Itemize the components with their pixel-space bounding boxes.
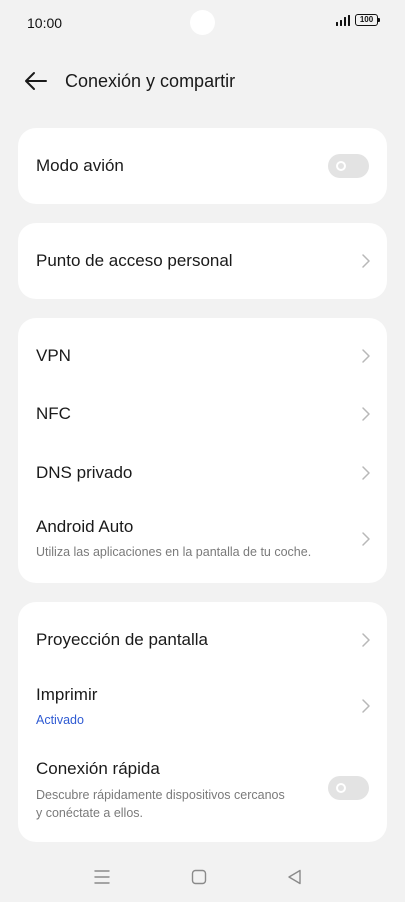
print-status: Activado (36, 713, 84, 727)
battery-icon: 100 (355, 14, 380, 26)
sharing-card: Proyección de pantalla Imprimir Activado… (18, 602, 387, 842)
airplane-mode-label: Modo avión (36, 156, 124, 175)
print-label: Imprimir (36, 685, 98, 704)
camera-cutout (190, 10, 215, 35)
chevron-right-icon (362, 699, 370, 713)
status-time: 10:00 (27, 15, 63, 31)
home-icon[interactable] (188, 866, 210, 888)
system-navigation-bar (0, 860, 405, 894)
airplane-mode-toggle[interactable] (328, 154, 369, 178)
chevron-right-icon (362, 466, 370, 480)
chevron-right-icon (362, 349, 370, 363)
status-icons: 100 (335, 14, 380, 26)
chevron-right-icon (362, 633, 370, 647)
quick-connect-description-line1: Descubre rápidamente dispositivos cercan… (36, 788, 285, 802)
hotspot-row[interactable]: Punto de acceso personal (18, 223, 387, 299)
chevron-right-icon (362, 254, 370, 268)
android-auto-row[interactable]: Android Auto Utiliza las aplicaciones en… (18, 504, 387, 572)
menu-icon[interactable] (91, 866, 113, 888)
private-dns-row[interactable]: DNS privado (18, 445, 387, 501)
page-title: Conexión y compartir (65, 71, 236, 91)
quick-connect-row[interactable]: Conexión rápida Descubre rápidamente dis… (18, 747, 387, 832)
network-card: VPN NFC DNS privado Android Auto Utiliza… (18, 318, 387, 583)
vpn-label: VPN (36, 346, 71, 365)
status-bar: 10:00 100 (0, 0, 405, 46)
nfc-label: NFC (36, 404, 71, 423)
vpn-row[interactable]: VPN (18, 328, 387, 384)
back-triangle-icon[interactable] (284, 866, 306, 888)
screen-cast-row[interactable]: Proyección de pantalla (18, 612, 387, 668)
chevron-right-icon (362, 532, 370, 546)
android-auto-description: Utiliza las aplicaciones en la pantalla … (36, 545, 312, 559)
quick-connect-label: Conexión rápida (36, 759, 160, 778)
signal-icon (335, 14, 350, 26)
header: Conexión y compartir (0, 58, 405, 104)
quick-connect-toggle[interactable] (328, 776, 369, 800)
quick-connect-description-line2: y conéctate a ellos. (36, 806, 144, 820)
airplane-mode-card: Modo avión (18, 128, 387, 204)
private-dns-label: DNS privado (36, 463, 133, 482)
screen-cast-label: Proyección de pantalla (36, 630, 209, 649)
print-row[interactable]: Imprimir Activado (18, 672, 387, 740)
android-auto-label: Android Auto (36, 517, 134, 536)
hotspot-label: Punto de acceso personal (36, 251, 233, 270)
back-arrow-icon[interactable] (24, 70, 48, 92)
battery-level: 100 (359, 15, 374, 24)
nfc-row[interactable]: NFC (18, 386, 387, 442)
airplane-mode-row[interactable]: Modo avión (18, 128, 387, 204)
chevron-right-icon (362, 407, 370, 421)
hotspot-card: Punto de acceso personal (18, 223, 387, 299)
